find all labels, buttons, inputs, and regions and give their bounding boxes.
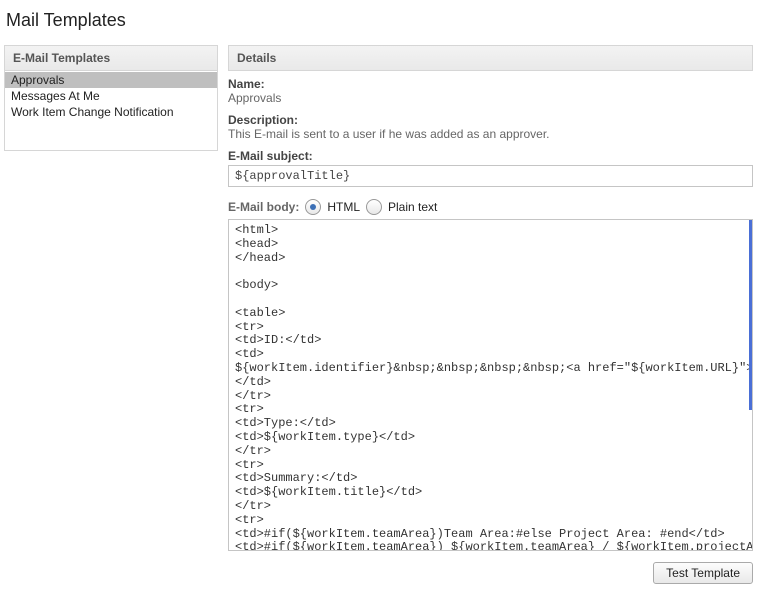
subject-input[interactable] — [228, 165, 753, 187]
format-plain-radio[interactable] — [366, 199, 382, 215]
body-label: E-Mail body: — [228, 200, 299, 214]
name-label: Name: — [228, 77, 753, 91]
subject-label: E-Mail subject: — [228, 149, 753, 163]
scrollbar[interactable] — [749, 220, 752, 410]
templates-list[interactable]: Approvals Messages At Me Work Item Chang… — [4, 71, 218, 151]
description-label: Description: — [228, 113, 753, 127]
template-item-messages-at-me[interactable]: Messages At Me — [5, 88, 217, 104]
template-item-approvals[interactable]: Approvals — [5, 72, 217, 88]
page-title: Mail Templates — [6, 10, 753, 31]
format-plain-label[interactable]: Plain text — [388, 200, 437, 214]
description-value: This E-mail is sent to a user if he was … — [228, 127, 753, 141]
details-panel: Details Name: Approvals Description: Thi… — [228, 45, 753, 584]
body-textarea[interactable] — [228, 219, 753, 551]
format-html-label[interactable]: HTML — [327, 200, 360, 214]
format-html-radio[interactable] — [305, 199, 321, 215]
templates-panel-header: E-Mail Templates — [4, 45, 218, 71]
template-item-work-item-change[interactable]: Work Item Change Notification — [5, 104, 217, 120]
details-panel-header: Details — [228, 45, 753, 71]
templates-panel: E-Mail Templates Approvals Messages At M… — [4, 45, 218, 584]
name-value: Approvals — [228, 91, 753, 105]
test-template-button[interactable]: Test Template — [653, 562, 753, 584]
